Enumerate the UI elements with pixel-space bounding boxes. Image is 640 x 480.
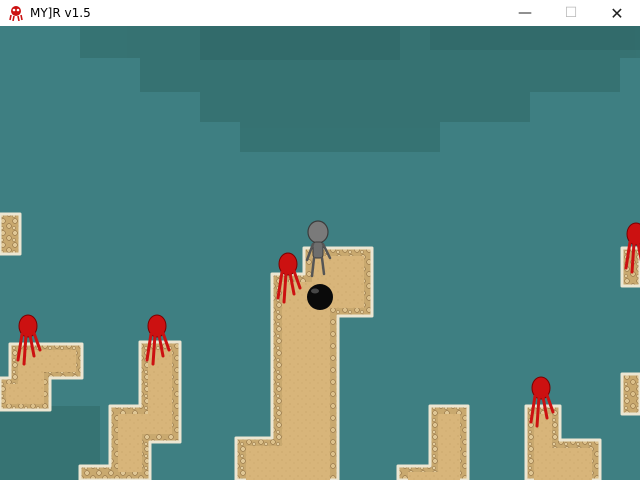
maximize-button[interactable]: ☐: [548, 0, 594, 26]
close-button[interactable]: ✕: [594, 0, 640, 26]
window-title: MY]R v1.5: [30, 6, 91, 20]
red-squid-icon: [9, 6, 23, 21]
black-ball[interactable]: [307, 284, 333, 310]
game-viewport[interactable]: [0, 26, 640, 480]
game-window: MY]R v1.5 — ☐ ✕: [0, 0, 640, 480]
title-bar[interactable]: MY]R v1.5 — ☐ ✕: [0, 0, 640, 27]
minimize-button[interactable]: —: [502, 0, 548, 26]
game-scene[interactable]: [0, 26, 640, 480]
